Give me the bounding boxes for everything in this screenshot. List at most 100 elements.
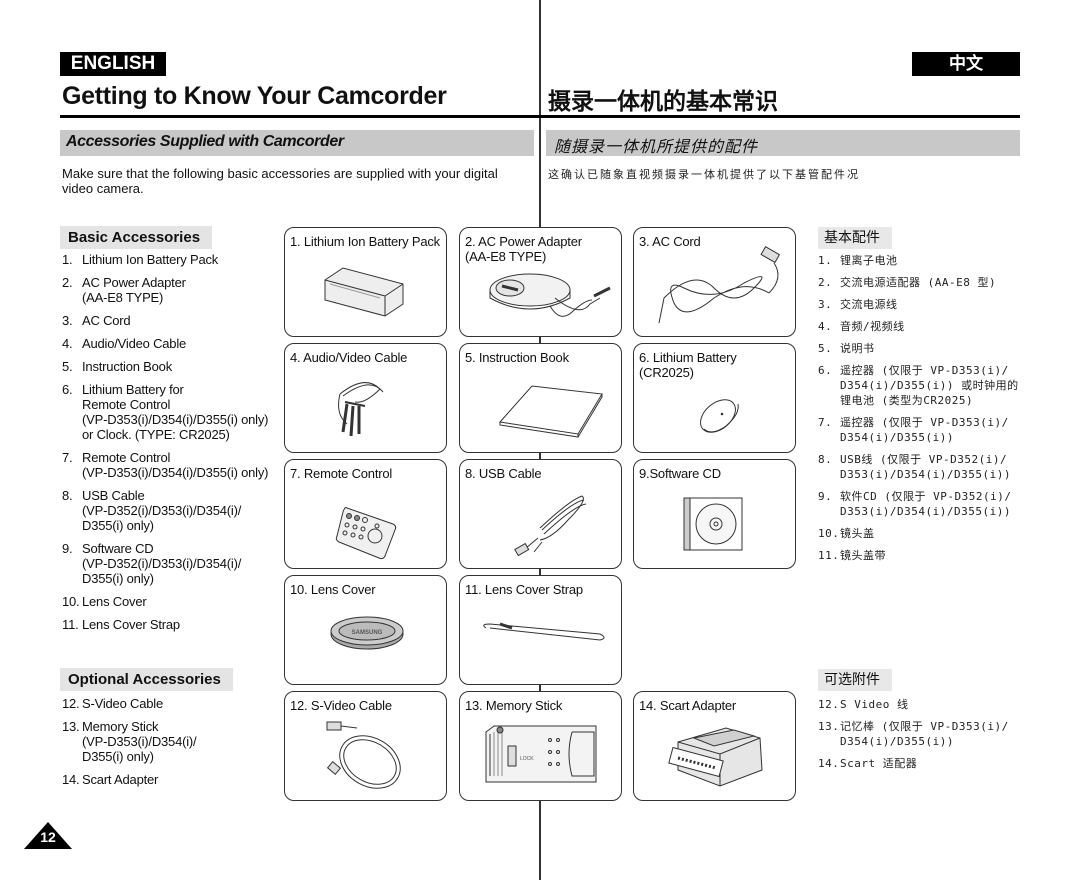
basic-accessories-heading: Basic Accessories xyxy=(60,226,212,249)
list-item-text: 镜头盖带 xyxy=(840,549,886,562)
section-heading-chinese: 随摄录一体机所提供的配件 xyxy=(546,130,1020,156)
list-item-text: Lithium Battery for Remote Control (VP-D… xyxy=(82,382,269,442)
list-item-text: Software CD (VP-D352(i)/D353(i)/D354(i)/… xyxy=(82,541,242,586)
list-item-number: 2. xyxy=(62,275,73,290)
accessory-card: 3. AC Cord xyxy=(633,227,796,337)
list-item-number: 11. xyxy=(62,617,79,632)
list-item-number: 5. xyxy=(62,359,73,374)
list-item-text: S-Video Cable xyxy=(82,696,163,711)
list-item-number: 4. xyxy=(62,336,73,351)
list-item-number: 14. xyxy=(62,772,80,787)
list-item: 9. 软件CD (仅限于 VP-D352(i)/ D353(i)/D354(i)/… xyxy=(818,489,1028,519)
svg-text:LOCK: LOCK xyxy=(520,756,534,762)
list-item-number: 1. xyxy=(818,254,833,267)
accessory-card: 4. Audio/Video Cable xyxy=(284,343,447,453)
accessory-card: 12. S-Video Cable xyxy=(284,691,447,801)
accessory-card: SAMSUNG 10. Lens Cover xyxy=(284,575,447,685)
accessory-card-label: 6. Lithium Battery (CR2025) xyxy=(639,350,737,380)
page-title-english: Getting to Know Your Camcorder xyxy=(62,82,447,110)
list-item: 4. Audio/Video Cable xyxy=(62,336,282,351)
list-item-text: Memory Stick (VP-D353(i)/D354(i)/ D355(i… xyxy=(82,719,197,764)
list-item-text: 记忆棒 (仅限于 VP-D353(i)/ D354(i)/D355(i)) xyxy=(840,720,1009,748)
list-item: 8. USB线 (仅限于 VP-D352(i)/ D353(i)/D354(i)/… xyxy=(818,452,1028,482)
basic-accessories-list-chinese: 1. 锂离子电池 2. 交流电源适配器 (AA-E8 型) 3. 交流电源线 4. 音频/视频… xyxy=(818,253,1028,570)
list-item: 10. Lens Cover xyxy=(62,594,282,609)
accessory-card: 11. Lens Cover Strap xyxy=(459,575,622,685)
optional-accessories-list-english: 12. S-Video Cable 13. Memory Stick (VP-D353… xyxy=(62,696,282,795)
list-item-number: 13. xyxy=(62,719,80,734)
accessory-card-label: 7. Remote Control xyxy=(290,466,393,481)
list-item-number: 13. xyxy=(818,720,840,733)
list-item-number: 7. xyxy=(818,416,833,429)
accessory-card-label: 2. AC Power Adapter (AA-E8 TYPE) xyxy=(465,234,582,264)
accessory-card-label: 14. Scart Adapter xyxy=(639,698,737,713)
page-title-chinese: 摄录一体机的基本常识 xyxy=(548,88,778,115)
list-item: 7. 遥控器 (仅限于 VP-D353(i)/ D354(i)/D355(i)) xyxy=(818,415,1028,445)
accessory-card-label: 10. Lens Cover xyxy=(290,582,376,597)
accessory-card: 6. Lithium Battery (CR2025) xyxy=(633,343,796,453)
list-item: 2. AC Power Adapter (AA-E8 TYPE) xyxy=(62,275,282,305)
list-item-number: 3. xyxy=(62,313,73,328)
list-item: 2. 交流电源适配器 (AA-E8 型) xyxy=(818,275,1028,290)
accessory-card: LOCK 13. Memory Stick xyxy=(459,691,622,801)
list-item-text: 锂离子电池 xyxy=(840,254,898,267)
list-item-number: 8. xyxy=(818,453,833,466)
list-item-text: USB线 (仅限于 VP-D352(i)/ D353(i)/D354(i)/D3… xyxy=(840,453,1011,481)
list-item-number: 3. xyxy=(818,298,833,311)
basic-accessories-heading-chinese: 基本配件 xyxy=(818,227,892,249)
list-item-number: 4. xyxy=(818,320,833,333)
list-item-number: 6. xyxy=(62,382,73,397)
accessory-card-label: 9.Software CD xyxy=(639,466,721,481)
list-item-text: 遥控器 (仅限于 VP-D353(i)/ D354(i)/D355(i)) xyxy=(840,416,1009,444)
accessory-card-label: 13. Memory Stick xyxy=(465,698,563,713)
list-item-number: 2. xyxy=(818,276,833,289)
optional-accessories-heading-chinese: 可选附件 xyxy=(818,669,892,691)
list-item-number: 7. xyxy=(62,450,73,465)
list-item: 14. Scart 适配器 xyxy=(818,756,1028,771)
list-item-number: 6. xyxy=(818,364,833,377)
list-item-text: 交流电源线 xyxy=(840,298,898,311)
list-item-text: USB Cable (VP-D352(i)/D353(i)/D354(i)/ D… xyxy=(82,488,242,533)
list-item-number: 10. xyxy=(62,594,80,609)
list-item: 1. 锂离子电池 xyxy=(818,253,1028,268)
list-item: 5. Instruction Book xyxy=(62,359,282,374)
list-item: 1. Lithium Ion Battery Pack xyxy=(62,252,282,267)
list-item-text: Lens Cover xyxy=(82,594,147,609)
list-item: 4. 音频/视频线 xyxy=(818,319,1028,334)
accessory-card: 8. USB Cable xyxy=(459,459,622,569)
list-item: 6. Lithium Battery for Remote Control (VP… xyxy=(62,382,282,442)
section-title-english: Accessories Supplied with Camcorder xyxy=(66,133,344,150)
optional-accessories-heading-label: Optional Accessories xyxy=(60,668,233,691)
list-item-text: 遥控器 (仅限于 VP-D353(i)/ D354(i)/D355(i)) 或时… xyxy=(840,364,1019,407)
list-item: 14. Scart Adapter xyxy=(62,772,282,787)
list-item-text: Audio/Video Cable xyxy=(82,336,187,351)
list-item-number: 8. xyxy=(62,488,73,503)
list-item: 13. Memory Stick (VP-D353(i)/D354(i)/ D35… xyxy=(62,719,282,764)
list-item: 11. 镜头盖带 xyxy=(818,548,1028,563)
list-item-number: 1. xyxy=(62,252,73,267)
header-rule xyxy=(60,115,1020,118)
accessory-card-label: 11. Lens Cover Strap xyxy=(465,582,583,597)
list-item-text: 交流电源适配器 (AA-E8 型) xyxy=(840,276,997,289)
list-item: 7. Remote Control (VP-D353(i)/D354(i)/D35… xyxy=(62,450,282,480)
list-item-number: 5. xyxy=(818,342,833,355)
list-item-number: 11. xyxy=(818,549,840,562)
accessory-card: 5. Instruction Book xyxy=(459,343,622,453)
page-number: 12 xyxy=(40,829,56,845)
accessory-card-label: 3. AC Cord xyxy=(639,234,701,249)
list-item-text: 软件CD (仅限于 VP-D352(i)/ D353(i)/D354(i)/D3… xyxy=(840,490,1012,518)
basic-accessories-list-english: 1. Lithium Ion Battery Pack 2. AC Power Ada… xyxy=(62,252,282,640)
accessory-card: 7. Remote Control xyxy=(284,459,447,569)
list-item: 5. 说明书 xyxy=(818,341,1028,356)
section-heading-english: Accessories Supplied with Camcorder xyxy=(60,130,534,156)
list-item: 12. S Video 线 xyxy=(818,697,1028,712)
accessory-card: 14. Scart Adapter xyxy=(633,691,796,801)
list-item-number: 9. xyxy=(62,541,73,556)
accessory-card-label: 1. Lithium Ion Battery Pack xyxy=(290,234,440,249)
accessory-card-label: 12. S-Video Cable xyxy=(290,698,392,713)
intro-text-english: Make sure that the following basic acces… xyxy=(62,166,498,196)
accessory-card-label: 8. USB Cable xyxy=(465,466,542,481)
list-item: 9. Software CD (VP-D352(i)/D353(i)/D354(i… xyxy=(62,541,282,586)
basic-accessories-heading-chinese-label: 基本配件 xyxy=(818,227,892,249)
list-item-text: Scart Adapter xyxy=(82,772,159,787)
